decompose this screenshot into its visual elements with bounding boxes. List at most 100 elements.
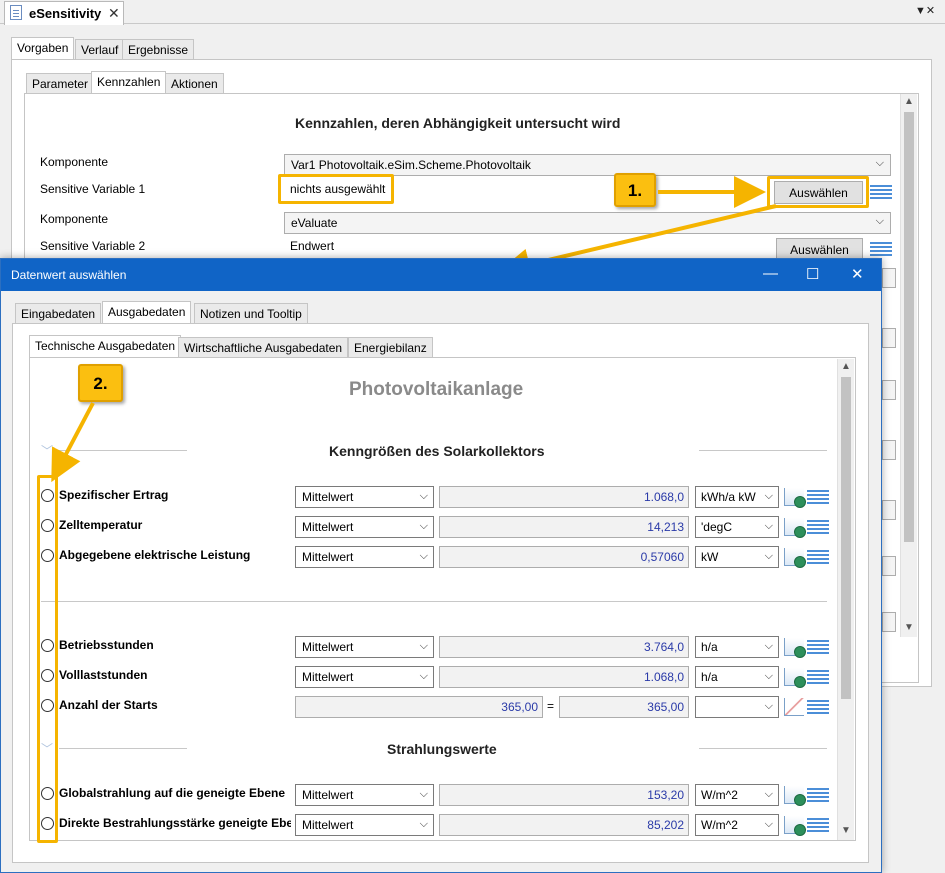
unit-value: W/m^2: [701, 788, 738, 802]
mode-select[interactable]: Mittelwert ⌵: [295, 486, 434, 508]
scroll-up-icon[interactable]: ▲: [841, 361, 851, 372]
close-icon[interactable]: ✕: [851, 265, 864, 283]
mode-select[interactable]: Mittelwert ⌵: [295, 516, 434, 538]
list-icon[interactable]: [807, 550, 829, 564]
background-control: [882, 328, 896, 348]
chevron-down-icon: ⌵: [764, 818, 773, 830]
scrollbar-thumb[interactable]: [841, 377, 851, 699]
document-tab-strip: [0, 0, 945, 24]
dialog-titlebar[interactable]: Datenwert auswählen — ☐ ✕: [1, 259, 881, 291]
auswaehlen-button-1[interactable]: Auswählen: [774, 181, 863, 204]
list-icon[interactable]: [807, 670, 829, 684]
tab-kennzahlen[interactable]: Kennzahlen: [91, 71, 167, 94]
chart-eye-icon[interactable]: [784, 668, 806, 688]
document-tab-title: eSensitivity: [29, 6, 102, 21]
mode-select[interactable]: Mittelwert ⌵: [295, 546, 434, 568]
datenwert-dialog: Datenwert auswählen — ☐ ✕ Eingabedaten A…: [0, 258, 882, 873]
value-field-b: 365,00: [559, 696, 689, 718]
list-icon[interactable]: [807, 490, 829, 504]
unit-value: 'degC: [701, 520, 732, 534]
value-field: 3.764,0: [439, 636, 689, 658]
unit-select[interactable]: kW ⌵: [695, 546, 779, 568]
maximize-icon[interactable]: ☐: [806, 265, 819, 283]
unit-select[interactable]: 'degC ⌵: [695, 516, 779, 538]
chevron-down-icon: ⌵: [764, 700, 773, 712]
mode-select[interactable]: Mittelwert ⌵: [295, 784, 434, 806]
mode-select[interactable]: Mittelwert ⌵: [295, 814, 434, 836]
unit-value: W/m^2: [701, 818, 738, 832]
document-tab[interactable]: eSensitivity ✕: [4, 1, 124, 25]
value-field-a: 365,00: [295, 696, 543, 718]
tab-ausgabedaten[interactable]: Ausgabedaten: [102, 301, 192, 324]
dialog-title: Datenwert auswählen: [11, 268, 127, 282]
value-field: 0,57060: [439, 546, 689, 568]
unit-select[interactable]: h/a ⌵: [695, 636, 779, 658]
scrollbar-thumb[interactable]: [904, 112, 914, 542]
list-icon[interactable]: [870, 185, 892, 199]
sensitive-variable-1-value: nichts ausgewählt: [290, 182, 386, 196]
chevron-down-icon: ⌵: [419, 670, 428, 682]
chevron-down-icon: ⌵: [419, 818, 428, 830]
row-label: Spezifischer Ertrag: [59, 488, 169, 502]
row-label: Betriebsstunden: [59, 638, 154, 652]
minimize-icon[interactable]: —: [763, 265, 778, 282]
tab-ergebnisse[interactable]: Ergebnisse: [122, 39, 195, 60]
unit-value: h/a: [701, 670, 718, 684]
chevron-down-icon: ⌵: [419, 490, 428, 502]
value-field: 1.068,0: [439, 486, 689, 508]
mode-select[interactable]: Mittelwert ⌵: [295, 666, 434, 688]
tab-verlauf[interactable]: Verlauf: [75, 39, 125, 60]
mode-select[interactable]: Mittelwert ⌵: [295, 636, 434, 658]
unit-select[interactable]: h/a ⌵: [695, 666, 779, 688]
list-icon[interactable]: [807, 818, 829, 832]
tab-eingabedaten[interactable]: Eingabedaten: [15, 303, 102, 324]
tab-notizen[interactable]: Notizen und Tooltip: [194, 303, 308, 324]
scroll-down-icon[interactable]: ▼: [904, 622, 914, 633]
chart-eye-icon[interactable]: [784, 816, 806, 836]
background-control: [882, 500, 896, 520]
chart-eye-icon[interactable]: [784, 786, 806, 806]
tab-vorgaben[interactable]: Vorgaben: [11, 37, 75, 60]
background-control: [882, 556, 896, 576]
tab-menu-icon[interactable]: ▼✕: [915, 4, 935, 17]
chevron-down-icon: ⌵: [419, 550, 428, 562]
unit-value: kWh/a kW: [701, 490, 756, 504]
chevron-down-icon: ⌵: [764, 640, 773, 652]
chart-eye-icon[interactable]: [784, 518, 806, 538]
tab-wirtschaftliche-ausgabedaten[interactable]: Wirtschaftliche Ausgabedaten: [178, 337, 349, 358]
background-control: [882, 612, 896, 632]
value-field: 85,202: [439, 814, 689, 836]
section-divider: [699, 748, 827, 749]
dialog-heading: Photovoltaikanlage: [349, 379, 524, 400]
mode-value: Mittelwert: [302, 490, 354, 504]
list-icon[interactable]: [807, 700, 829, 714]
sensitive-variable-1-label: Sensitive Variable 1: [40, 182, 146, 196]
tab-technische-ausgabedaten[interactable]: Technische Ausgabedaten: [29, 335, 182, 358]
chart-eye-icon[interactable]: [784, 638, 806, 658]
unit-select[interactable]: W/m^2 ⌵: [695, 784, 779, 806]
unit-select[interactable]: kWh/a kW ⌵: [695, 486, 779, 508]
tab-parameter[interactable]: Parameter: [26, 73, 95, 94]
section-title-strahlungswerte: Strahlungswerte: [387, 741, 497, 757]
chevron-down-icon: ⌵: [875, 215, 884, 227]
chart-eye-icon[interactable]: [784, 488, 806, 508]
background-scrollbar[interactable]: ▲ ▼: [900, 94, 917, 637]
list-icon[interactable]: [807, 640, 829, 654]
value-field: 1.068,0: [439, 666, 689, 688]
tab-energiebilanz[interactable]: Energiebilanz: [348, 337, 433, 358]
scroll-up-icon[interactable]: ▲: [904, 96, 914, 107]
list-icon[interactable]: [870, 242, 892, 256]
unit-select[interactable]: W/m^2 ⌵: [695, 814, 779, 836]
chevron-down-icon: ⌵: [764, 520, 773, 532]
value-field: 153,20: [439, 784, 689, 806]
scroll-down-icon[interactable]: ▼: [841, 825, 851, 836]
close-icon[interactable]: ✕: [108, 5, 120, 22]
chevron-down-icon: ⌵: [764, 788, 773, 800]
list-icon[interactable]: [807, 788, 829, 802]
chart-eye-icon[interactable]: [784, 548, 806, 568]
unit-select[interactable]: ⌵: [695, 696, 779, 718]
chart-icon-disabled: [784, 698, 804, 716]
dialog-scrollbar[interactable]: ▲ ▼: [837, 359, 854, 840]
tab-aktionen[interactable]: Aktionen: [165, 73, 224, 94]
list-icon[interactable]: [807, 520, 829, 534]
